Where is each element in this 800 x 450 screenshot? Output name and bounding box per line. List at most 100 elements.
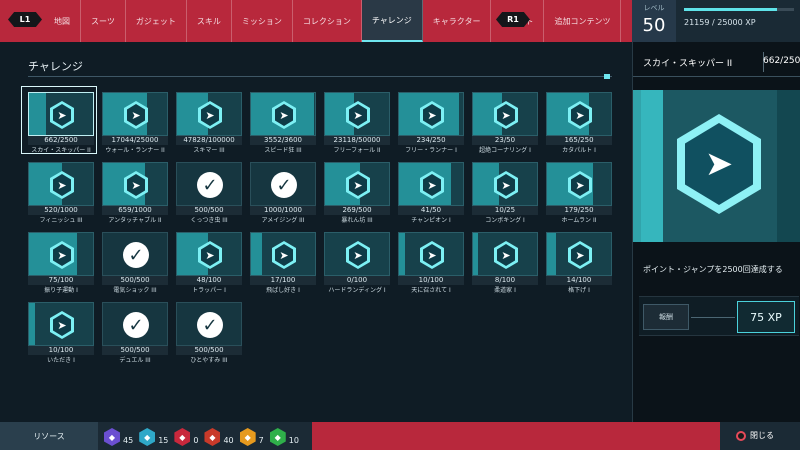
challenge-progress: 10/25: [472, 206, 538, 215]
challenge-card[interactable]: ➤ 662/2500 スカイ・スキッパー II: [28, 92, 94, 154]
challenge-card-image: ➤: [546, 92, 612, 136]
action-figure-icon: ➤: [349, 244, 367, 266]
challenge-card-image: ➤: [176, 92, 242, 136]
close-button[interactable]: 閉じる: [736, 430, 774, 441]
bottom-accent: [312, 422, 720, 450]
challenge-card-image: ➤: [472, 232, 538, 276]
challenge-progress: 500/500: [102, 346, 168, 355]
r1-button[interactable]: R1: [496, 12, 530, 27]
challenge-progress: 520/1000: [28, 206, 94, 215]
challenge-card[interactable]: ➤ 14/100 格下げ I: [546, 232, 612, 294]
challenge-card[interactable]: ➤ 17/100 飛ばし好き I: [250, 232, 316, 294]
challenge-card[interactable]: ➤ 3552/3600 スピード狂 III: [250, 92, 316, 154]
challenge-progress-fill: [251, 233, 262, 275]
challenge-progress: 659/1000: [102, 206, 168, 215]
challenge-card[interactable]: ✓ 500/500 デュエル III: [102, 302, 168, 364]
challenge-card[interactable]: ➤ 165/250 カタパルト I: [546, 92, 612, 154]
challenge-card[interactable]: ➤ 234/250 フリー・ランナー I: [398, 92, 464, 154]
detail-progress: 662/2500: [763, 56, 800, 66]
level-label: レベル: [643, 4, 665, 12]
challenge-card-image: ➤: [28, 302, 94, 346]
challenge-progress: 179/250: [546, 206, 612, 215]
challenge-card[interactable]: ➤ 0/100 ハードランディング I: [324, 232, 390, 294]
running-figure-icon: ➤: [685, 123, 753, 205]
tab-7[interactable]: キャラクター: [423, 0, 492, 42]
challenge-progress: 3552/3600: [250, 136, 316, 145]
tab-6[interactable]: チャレンジ: [361, 0, 423, 42]
title-divider: [28, 76, 612, 77]
action-figure-icon: ➤: [53, 314, 71, 336]
research-token-icon: ◆: [269, 428, 286, 446]
challenge-card[interactable]: ➤ 269/500 暴れん坊 III: [324, 162, 390, 224]
challenge-hex-icon: ➤: [272, 241, 296, 269]
landmark-token-icon: ◆: [139, 428, 156, 446]
challenge-card[interactable]: ➤ 10/100 いただき I: [28, 302, 94, 364]
detail-description: ポイント・ジャンプを2500回達成する: [643, 265, 783, 274]
challenge-name: ハードランディング I: [328, 287, 386, 294]
challenge-hex-icon: ➤: [494, 241, 518, 269]
challenge-card[interactable]: ➤ 47828/100000 スキマー III: [176, 92, 242, 154]
challenge-progress: 75/100: [28, 276, 94, 285]
level-box: レベル 50: [632, 0, 676, 42]
challenge-name: スキマー III: [193, 147, 225, 154]
tab-4[interactable]: ミッション: [232, 0, 293, 42]
challenge-card[interactable]: ➤ 41/50 チャンピオン I: [398, 162, 464, 224]
challenge-detail-panel: スカイ・スキッパー II 662/2500 ➤ ポイント・ジャンプを2500回達…: [632, 42, 800, 422]
challenge-card[interactable]: ➤ 659/1000 アンタッチャブル II: [102, 162, 168, 224]
detail-challenge-name: スカイ・スキッパー II: [643, 59, 733, 69]
challenge-card[interactable]: ✓ 500/500 電気ショック III: [102, 232, 168, 294]
challenge-name: チャンピオン I: [411, 217, 451, 224]
action-figure-icon: ➤: [53, 104, 71, 126]
challenge-card[interactable]: ✓ 500/500 ひとやすみ III: [176, 302, 242, 364]
tab-2[interactable]: ガジェット: [126, 0, 187, 42]
challenge-name: いただき I: [47, 357, 75, 364]
challenge-card[interactable]: ➤ 10/25 コンボキング I: [472, 162, 538, 224]
challenge-card-image: ➤: [324, 92, 390, 136]
challenge-card[interactable]: ➤ 48/100 トラッパー I: [176, 232, 242, 294]
challenge-progress: 662/2500: [28, 136, 94, 145]
challenge-name: デュエル III: [119, 357, 151, 364]
challenge-card[interactable]: ➤ 23/50 超絶コーナリング I: [472, 92, 538, 154]
challenge-name: 振り子運動 I: [44, 287, 78, 294]
challenge-card[interactable]: ➤ 17044/25000 ウォール・ランナー II: [102, 92, 168, 154]
reward-value: 75 XP: [737, 301, 795, 333]
action-figure-icon: ➤: [349, 174, 367, 196]
challenge-card[interactable]: ➤ 8/100 柔道家 I: [472, 232, 538, 294]
challenge-progress: 48/100: [176, 276, 242, 285]
challenge-card[interactable]: ✓ 500/500 くっつき虫 III: [176, 162, 242, 224]
challenge-card[interactable]: ➤ 23118/50000 フリーフォール II: [324, 92, 390, 154]
action-figure-icon: ➤: [497, 174, 515, 196]
l1-button[interactable]: L1: [8, 12, 42, 27]
resource-count: 10: [288, 436, 299, 445]
challenge-card[interactable]: ➤ 179/250 ホームラン II: [546, 162, 612, 224]
challenge-name: 天に召されて I: [411, 287, 451, 294]
challenge-card[interactable]: ➤ 75/100 振り子運動 I: [28, 232, 94, 294]
resource-item: ◆ 10: [269, 426, 299, 446]
challenge-card[interactable]: ➤ 520/1000 フィニッシュ III: [28, 162, 94, 224]
check-icon: ✓: [197, 312, 223, 338]
tab-5[interactable]: コレクション: [293, 0, 362, 42]
tab-1[interactable]: スーツ: [81, 0, 126, 42]
challenge-name: スカイ・スキッパー II: [31, 147, 91, 154]
challenge-card-image: ✓: [250, 162, 316, 206]
level-value: 50: [642, 15, 666, 36]
resource-count: 0: [193, 436, 199, 445]
resource-list: ◆ 45 ◆ 15 ◆ 0 ◆ 40 ◆ 7 ◆ 10: [104, 426, 305, 446]
detail-artwork: ➤: [633, 90, 800, 242]
tab-0[interactable]: 地図: [44, 0, 81, 42]
action-figure-icon: ➤: [275, 244, 293, 266]
challenge-card-image: ➤: [28, 92, 94, 136]
challenge-progress: 10/100: [398, 276, 464, 285]
challenge-progress: 234/250: [398, 136, 464, 145]
challenge-name: くっつき虫 III: [190, 217, 228, 224]
challenge-name: カタパルト I: [562, 147, 596, 154]
challenge-hex-icon: ➤: [50, 101, 74, 129]
challenge-progress: 17044/25000: [102, 136, 168, 145]
tab-3[interactable]: スキル: [187, 0, 232, 42]
challenge-card[interactable]: ✓ 1000/1000 アメイジング III: [250, 162, 316, 224]
action-figure-icon: ➤: [571, 104, 589, 126]
action-figure-icon: ➤: [497, 104, 515, 126]
tab-9[interactable]: 追加コンテンツ: [544, 0, 622, 42]
detail-art-shade: [777, 90, 800, 242]
challenge-card[interactable]: ➤ 10/100 天に召されて I: [398, 232, 464, 294]
